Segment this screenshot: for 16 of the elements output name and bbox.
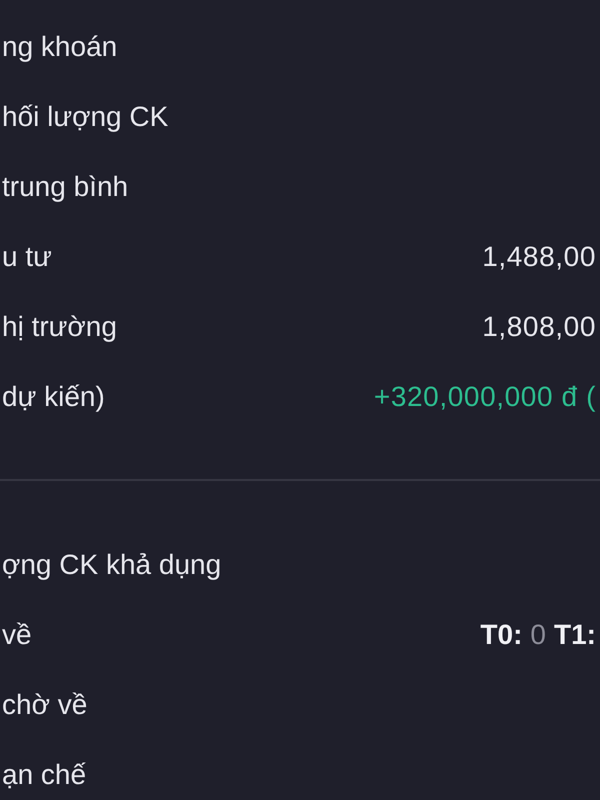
term-value: 0: [530, 619, 546, 651]
field-label: u tư: [2, 241, 52, 273]
field-label: ợng CK khả dụng: [2, 549, 222, 581]
field-label: chờ về: [2, 689, 88, 721]
field-label: hị trường: [2, 311, 117, 343]
field-value: +320,000,000 đ (: [374, 381, 596, 413]
field-label: ạn chế: [2, 759, 86, 791]
field-value: 1,488,00: [482, 241, 596, 273]
field-label: ng khoán: [2, 31, 118, 63]
term-label: T1:: [554, 619, 596, 651]
field-label: trung bình: [2, 171, 128, 203]
term-label: T0:: [480, 619, 522, 651]
field-value: 1,808,00: [482, 311, 596, 343]
field-label: dự kiến): [2, 381, 105, 413]
field-label: hối lượng CK: [2, 101, 168, 133]
field-label: về: [2, 619, 32, 651]
